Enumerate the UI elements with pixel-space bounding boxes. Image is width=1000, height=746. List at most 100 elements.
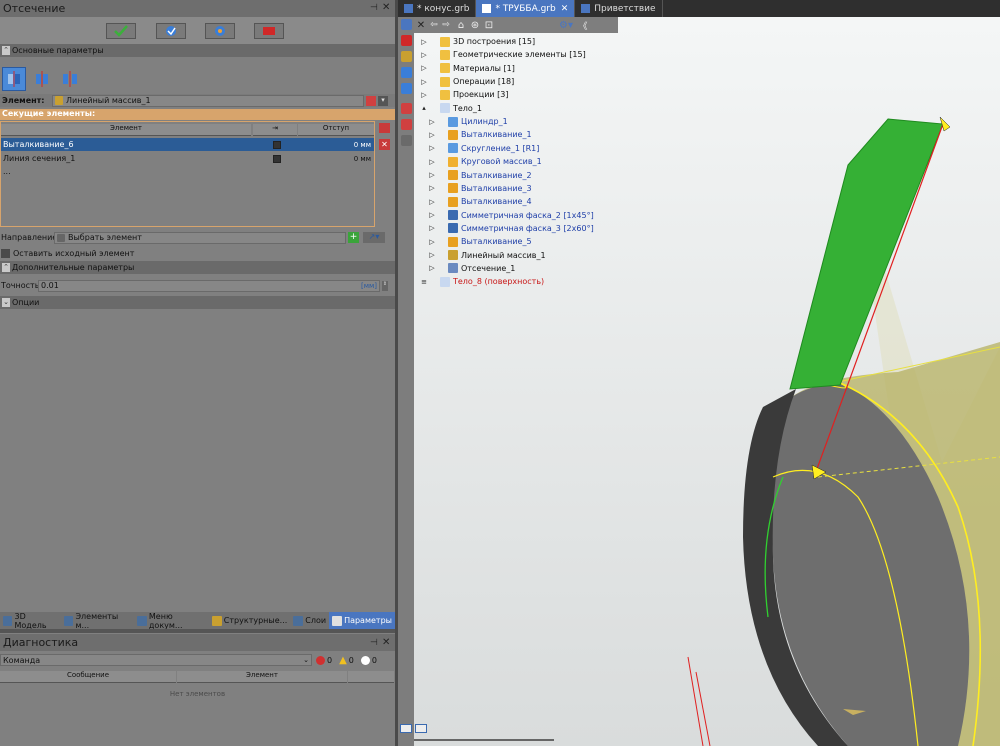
- direction-tool-icon[interactable]: ↗▾: [363, 232, 385, 243]
- doc-tab-cone[interactable]: * конус.grb: [398, 0, 477, 17]
- tree-item[interactable]: ▷ Симметричная фаска_2 [1x45°]: [428, 209, 594, 222]
- mode-cut-button[interactable]: [2, 67, 26, 91]
- tree-item[interactable]: ▷ Выталкивание_3: [428, 182, 532, 195]
- add-icon[interactable]: +: [348, 232, 359, 243]
- close-icon[interactable]: ✕: [414, 20, 428, 31]
- measure-icon[interactable]: [401, 67, 412, 78]
- expand-icon[interactable]: ▷: [428, 144, 436, 152]
- tree-item[interactable]: ▷ Скругление_1 [R1]: [428, 142, 539, 155]
- tree-item[interactable]: ≡ Тело_8 (поверхность): [420, 275, 544, 288]
- expand-icon[interactable]: ≡: [420, 278, 428, 286]
- tree-item[interactable]: ▷ Выталкивание_2: [428, 169, 532, 182]
- cancel-button[interactable]: [254, 23, 284, 39]
- expand-icon[interactable]: ▷: [420, 64, 428, 72]
- accuracy-input[interactable]: 0.01 [мм]: [38, 279, 380, 292]
- expand-icon[interactable]: ▷: [428, 184, 436, 192]
- mode-split-button[interactable]: [30, 67, 54, 91]
- tree-item[interactable]: ▷ 3D построения [15]: [420, 35, 535, 48]
- delete-icon[interactable]: ✕: [379, 139, 390, 150]
- forward-icon[interactable]: ⇨: [440, 20, 452, 30]
- close-icon[interactable]: ✕: [382, 637, 390, 648]
- view-icon[interactable]: [401, 19, 412, 30]
- tree-item[interactable]: ▷ Выталкивание_1: [428, 128, 532, 141]
- expand-icon[interactable]: ▷: [420, 91, 428, 99]
- tree-item[interactable]: ▷ Выталкивание_4: [428, 195, 532, 208]
- infos-counter[interactable]: 0: [360, 655, 377, 665]
- flip-checkbox[interactable]: [273, 140, 281, 149]
- extra-params-header[interactable]: ⌃ Дополнительные параметры: [0, 261, 395, 274]
- expand-icon[interactable]: ▷: [428, 251, 436, 259]
- tab-structure[interactable]: Структурные...: [209, 612, 290, 629]
- tree-item[interactable]: ▷ Отсечение_1: [428, 262, 515, 275]
- pin-icon[interactable]: ⊣: [370, 638, 378, 648]
- element-field[interactable]: Линейный массив_1: [52, 94, 364, 107]
- expand-icon[interactable]: ▷: [428, 224, 436, 232]
- viewport-scrollbar[interactable]: [410, 739, 554, 741]
- view-mode-button[interactable]: [400, 724, 412, 733]
- expand-icon[interactable]: ▷: [428, 198, 436, 206]
- tree-item[interactable]: ▷ Линейный массив_1: [428, 249, 546, 262]
- remove-row-icon[interactable]: [379, 123, 390, 133]
- tab-3d-model[interactable]: 3D Модель: [0, 612, 61, 630]
- tree-item[interactable]: ▷ Проекции [3]: [420, 88, 508, 101]
- section-plane-icon[interactable]: [401, 119, 412, 130]
- align-icon[interactable]: [401, 135, 412, 146]
- expand-icon[interactable]: ▴: [420, 104, 428, 112]
- cancel-icon[interactable]: [401, 35, 412, 46]
- expand-icon[interactable]: ▷: [420, 78, 428, 86]
- expand-icon[interactable]: ▷: [428, 264, 436, 272]
- expand-icon[interactable]: ▷: [420, 38, 428, 46]
- keep-source-checkbox[interactable]: [1, 248, 10, 258]
- tree-item[interactable]: ▷ Выталкивание_5: [428, 235, 532, 248]
- settings-icon[interactable]: ⚙▾: [556, 20, 576, 31]
- expand-icon[interactable]: ▷: [420, 51, 428, 59]
- expand-icon[interactable]: ▷: [428, 118, 436, 126]
- spinner-icon[interactable]: ⇕: [382, 280, 388, 291]
- expand-icon[interactable]: ▷: [428, 158, 436, 166]
- tree-item[interactable]: ▷ Цилиндр_1: [428, 115, 508, 128]
- expand-icon[interactable]: ▷: [428, 171, 436, 179]
- tab-parameters[interactable]: Параметры: [329, 612, 395, 629]
- col-message[interactable]: Сообщение: [0, 671, 176, 683]
- ok-button[interactable]: [106, 23, 136, 39]
- grid-row[interactable]: Выталкивание_6 0 мм: [1, 138, 374, 151]
- view-split-button[interactable]: [415, 724, 427, 733]
- expand-icon[interactable]: ▷: [428, 238, 436, 246]
- back-icon[interactable]: ⇦: [428, 20, 440, 30]
- expand-icon[interactable]: ▷: [428, 211, 436, 219]
- close-icon[interactable]: ✕: [382, 2, 390, 13]
- tab-doc-menu[interactable]: Меню докум...: [134, 612, 208, 630]
- expand-icon[interactable]: ▷: [428, 131, 436, 139]
- section-icon[interactable]: [401, 103, 412, 114]
- tree-item[interactable]: ▷ Материалы [1]: [420, 62, 515, 75]
- doc-tab-pipe[interactable]: * ТРУББА.grb ✕: [476, 0, 576, 17]
- hide-panel-icon[interactable]: 《: [576, 19, 590, 32]
- tab-layers[interactable]: Слои: [290, 612, 329, 629]
- basic-params-header[interactable]: ⌃ Основные параметры: [0, 44, 395, 57]
- close-icon[interactable]: ✕: [561, 4, 569, 14]
- dropdown-icon[interactable]: ▾: [378, 95, 388, 106]
- options-header[interactable]: ⌄ Опции: [0, 296, 395, 309]
- grid-row[interactable]: Линия сечения_1 0 мм: [1, 152, 374, 165]
- apply-button[interactable]: [156, 23, 186, 39]
- preview-button[interactable]: [205, 23, 235, 39]
- tree-item[interactable]: ▷ Операции [18]: [420, 75, 514, 88]
- tree-item[interactable]: ▷ Геометрические элементы [15]: [420, 48, 586, 61]
- clear-icon[interactable]: [366, 95, 376, 106]
- tree-item[interactable]: ▴ Тело_1: [420, 102, 482, 115]
- mode-both-button[interactable]: [58, 67, 82, 91]
- warnings-counter[interactable]: ▲ 0: [339, 655, 354, 666]
- filter-icon[interactable]: ⊛: [468, 20, 482, 31]
- diagnostics-filter[interactable]: Команда ⌄: [0, 654, 312, 666]
- splitter[interactable]: [0, 629, 395, 633]
- flip-checkbox[interactable]: [273, 154, 281, 163]
- errors-counter[interactable]: 0: [316, 655, 332, 665]
- home-icon[interactable]: ⌂: [454, 20, 468, 31]
- tree-item[interactable]: ▷ Симметричная фаска_3 [2x60°]: [428, 222, 594, 235]
- collapse-all-icon[interactable]: ⊡: [482, 20, 496, 31]
- grid-row-new[interactable]: ...: [1, 165, 374, 178]
- doc-tab-welcome[interactable]: Приветствие: [575, 0, 663, 17]
- pin-icon[interactable]: ⊣: [370, 3, 378, 13]
- inspect-icon[interactable]: [401, 83, 412, 94]
- direction-field[interactable]: Выбрать элемент: [54, 231, 346, 244]
